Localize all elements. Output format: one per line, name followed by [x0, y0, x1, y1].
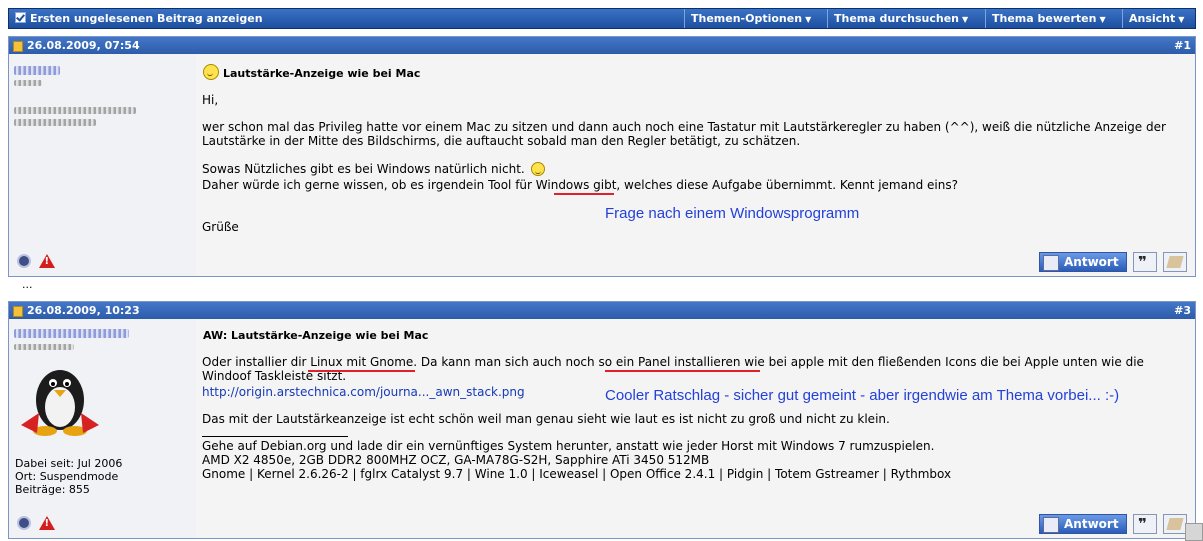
username-blurred[interactable] — [14, 329, 129, 338]
post-date: 26.08.2009, 10:23 — [27, 304, 140, 317]
post-body-line: wer schon mal das Privileg hatte vor ein… — [202, 120, 1166, 148]
edit-pen-icon — [1166, 518, 1184, 530]
embarrassed-smiley-icon — [530, 162, 545, 176]
post-body-line: Das mit der Lautstärkeanzeige ist echt s… — [202, 412, 890, 426]
post-body-line: Sowas Nützliches gibt es bei Windows nat… — [202, 162, 1183, 176]
post-number-link[interactable]: #3 — [1174, 304, 1191, 317]
post-content: AW: Lautstärke-Anzeige wie bei Mac Oder … — [196, 319, 1195, 538]
chevron-down-icon: ▼ — [1178, 15, 1185, 24]
reply-button[interactable]: Antwort — [1039, 252, 1127, 272]
first-unread-label: Ersten ungelesenen Beitrag anzeigen — [30, 12, 263, 25]
user-location: Ort: Suspendmode — [15, 470, 119, 483]
annotation-underline — [554, 193, 614, 195]
edit-button[interactable] — [1163, 514, 1187, 534]
user-sidebar: Dabei seit: Jul 2006 Ort: Suspendmode Be… — [9, 319, 197, 538]
user-title-blurred — [14, 80, 42, 86]
post-content: Lautstärke-Anzeige wie bei Mac Hi, wer s… — [196, 54, 1195, 276]
signature-line: Gehe auf Debian.org und lade dir ein ver… — [202, 439, 935, 453]
post-action-buttons: Antwort ❞ — [1027, 512, 1187, 534]
post-number-link[interactable]: #1 — [1174, 39, 1191, 52]
quote-icon: ❞ — [1138, 515, 1147, 533]
user-title-blurred — [14, 344, 74, 350]
edit-button[interactable] — [1163, 252, 1187, 272]
pen-icon — [1043, 517, 1059, 533]
post-title-text: Lautstärke-Anzeige wie bei Mac — [223, 67, 421, 80]
post-date: 26.08.2009, 07:54 — [27, 39, 140, 52]
user-post-count: Beiträge: 855 — [15, 483, 90, 496]
post-body-line: Oder installier dir Linux mit Gnome. Da … — [202, 355, 1144, 383]
post-status-icons — [17, 516, 55, 530]
search-thread-menu[interactable]: Thema durchsuchen ▼ — [827, 9, 985, 28]
offline-status-icon — [17, 516, 31, 530]
post-3: 26.08.2009, 10:23 #3 Dabei seit: Jul 200… — [8, 301, 1196, 539]
smiley-icon — [203, 64, 219, 80]
reply-label: Antwort — [1064, 255, 1119, 269]
post-body-line: Grüße — [202, 220, 239, 234]
report-warning-icon[interactable] — [38, 254, 55, 268]
post-icon — [13, 41, 23, 52]
view-label: Ansicht — [1129, 12, 1176, 25]
annotation-underline — [308, 370, 415, 372]
chevron-down-icon: ▼ — [805, 15, 812, 24]
reply-button[interactable]: Antwort — [1039, 514, 1127, 534]
pen-icon — [1043, 255, 1059, 271]
rate-thread-menu[interactable]: Thema bewerten ▼ — [985, 9, 1122, 28]
user-joined: Dabei seit: Jul 2006 — [15, 457, 123, 470]
post-header: 26.08.2009, 07:54 #1 — [9, 37, 1195, 54]
first-unread-link[interactable]: Ersten ungelesenen Beitrag anzeigen — [15, 12, 263, 25]
report-warning-icon[interactable] — [38, 516, 55, 530]
quote-button[interactable]: ❞ — [1133, 514, 1157, 534]
user-sidebar — [9, 54, 197, 276]
post-icon — [13, 306, 23, 317]
thread-options-label: Themen-Optionen — [691, 12, 803, 25]
reply-label: Antwort — [1064, 517, 1119, 531]
signature-divider — [202, 436, 348, 437]
scroll-corner-icon[interactable] — [1185, 523, 1203, 541]
edit-pen-icon — [1166, 256, 1184, 268]
annotation-text: Cooler Ratschlag - sicher gut gemeint - … — [605, 387, 1120, 404]
post-body-line: Hi, — [202, 93, 219, 107]
signature-line: Gnome | Kernel 2.6.26-2 | fglrx Catalyst… — [202, 467, 952, 481]
thread-options-menu[interactable]: Themen-Optionen ▼ — [684, 9, 832, 28]
post-header: 26.08.2009, 10:23 #3 — [9, 302, 1195, 319]
post-title: Lautstärke-Anzeige wie bei Mac — [203, 64, 420, 80]
annotation-underline — [605, 370, 760, 372]
post-title: AW: Lautstärke-Anzeige wie bei Mac — [203, 329, 429, 342]
checkmark-icon — [15, 12, 26, 23]
offline-status-icon — [17, 254, 31, 268]
view-menu[interactable]: Ansicht ▼ — [1122, 9, 1197, 28]
post-1: 26.08.2009, 07:54 #1 Lautstärke-Anzeige … — [8, 36, 1196, 277]
chevron-down-icon: ▼ — [1099, 15, 1106, 24]
thread-toolbar: Ersten ungelesenen Beitrag anzeigen Them… — [8, 8, 1196, 29]
rate-thread-label: Thema bewerten — [992, 12, 1097, 25]
posts-separator: ... — [22, 278, 33, 291]
signature-line: AMD X2 4850e, 2GB DDR2 800MHZ OCZ, GA-MA… — [202, 453, 710, 467]
penguin-avatar — [21, 370, 99, 436]
chevron-down-icon: ▼ — [962, 15, 969, 24]
post-body-line: Daher würde ich gerne wissen, ob es irge… — [202, 178, 958, 192]
post-action-buttons: Antwort ❞ — [1027, 250, 1187, 272]
search-thread-label: Thema durchsuchen — [834, 12, 960, 25]
user-rank-blurred — [14, 119, 96, 126]
post-body-text: Sowas Nützliches gibt es bei Windows nat… — [202, 162, 525, 176]
quote-button[interactable]: ❞ — [1133, 252, 1157, 272]
quote-icon: ❞ — [1138, 253, 1147, 271]
username-blurred[interactable] — [14, 66, 60, 75]
user-rank-blurred — [14, 107, 136, 114]
post-status-icons — [17, 254, 55, 268]
